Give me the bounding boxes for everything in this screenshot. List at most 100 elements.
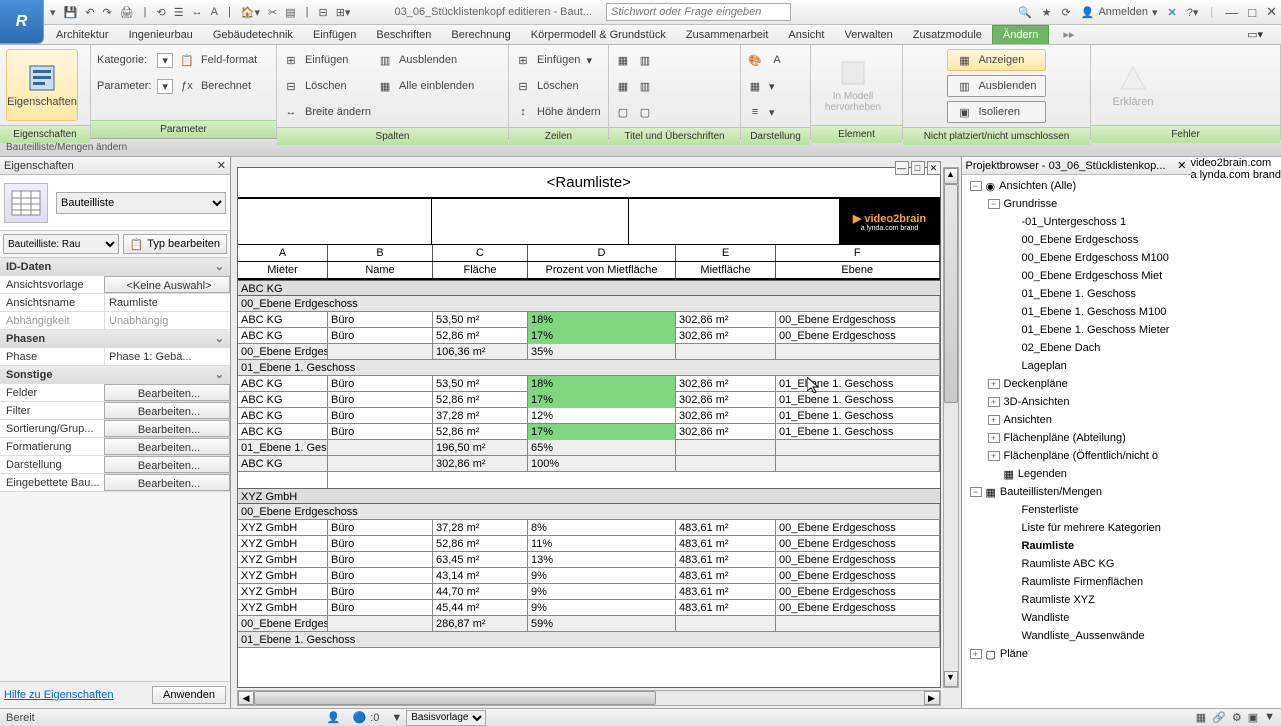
minimize-button[interactable]: — bbox=[1225, 5, 1238, 20]
data-row[interactable]: XYZ GmbHBüro44,70 m²9%483,61 m²00_Ebene … bbox=[238, 584, 940, 600]
qat-print-icon[interactable]: 🖨 bbox=[120, 6, 134, 19]
col-letter-e[interactable]: E bbox=[676, 245, 776, 261]
browser-close-icon[interactable]: ✕ bbox=[1177, 159, 1186, 172]
feldformat-button[interactable]: 📋Feld-format bbox=[179, 49, 257, 71]
horizontal-scrollbar[interactable]: ◀▶ bbox=[237, 690, 941, 706]
col-flaeche[interactable]: Fläche bbox=[433, 262, 528, 278]
titel-clear-button[interactable]: ▢▢ bbox=[615, 101, 653, 123]
data-row[interactable]: ABC KGBüro52,86 m²17%302,86 m²00_Ebene E… bbox=[238, 328, 940, 344]
tab-berechnung[interactable]: Berechnung bbox=[441, 26, 520, 44]
phase-value[interactable]: Phase 1: Gebä... bbox=[104, 348, 230, 365]
tab-ansicht[interactable]: Ansicht bbox=[778, 26, 834, 44]
col-mietflaeche[interactable]: Mietfläche bbox=[676, 262, 776, 278]
scroll-up-icon[interactable]: ▲ bbox=[944, 168, 958, 184]
maximize-button[interactable]: □ bbox=[1248, 5, 1256, 20]
tab-architektur[interactable]: Architektur bbox=[46, 26, 119, 44]
titel-merge-button[interactable]: ▦▥ bbox=[615, 49, 653, 71]
close-button[interactable]: ✕ bbox=[1266, 4, 1277, 20]
tree-node[interactable]: 00_Ebene Erdgeschoss bbox=[962, 231, 1191, 249]
tree-node[interactable]: Wandliste_Aussenwände bbox=[962, 627, 1191, 645]
browser-tree[interactable]: −◉Ansichten (Alle)−Grundrisse-01_Unterge… bbox=[962, 175, 1191, 708]
col-letter-c[interactable]: C bbox=[433, 245, 528, 261]
berechnet-button[interactable]: ƒxBerechnet bbox=[179, 75, 257, 97]
total-row[interactable]: 00_Ebene Erdgeschoss106,36 m²35% bbox=[238, 344, 940, 360]
status-person-icon[interactable]: 👤 bbox=[327, 711, 341, 724]
tree-node[interactable]: +▢Pläne bbox=[962, 645, 1191, 663]
group-row[interactable]: ABC KG bbox=[238, 280, 940, 296]
qat-nav-icon[interactable]: ☰ bbox=[174, 6, 184, 19]
zeilen-einfuegen-button[interactable]: ⊞Einfügen ▾ bbox=[515, 49, 601, 71]
spalten-loeschen-button[interactable]: ⊟Löschen bbox=[283, 75, 371, 97]
schedule-body[interactable]: ABC KG00_Ebene Erdgeschoss ABC KGBüro53,5… bbox=[238, 280, 940, 648]
edit-type-button[interactable]: 📋 Typ bearbeiten bbox=[123, 234, 227, 254]
tree-node[interactable]: Raumliste bbox=[962, 537, 1191, 555]
ansichtsvorlage-value[interactable]: <Keine Auswahl> bbox=[104, 276, 230, 293]
ausblenden2-button[interactable]: ▥Ausblenden bbox=[947, 75, 1045, 97]
tab-gebaeudetechnik[interactable]: Gebäudetechnik bbox=[203, 26, 303, 44]
tree-node[interactable]: −Grundrisse bbox=[962, 195, 1191, 213]
data-row[interactable]: XYZ GmbHBüro37,28 m²8%483,61 m²00_Ebene … bbox=[238, 520, 940, 536]
star-icon[interactable]: ★ bbox=[1042, 6, 1052, 19]
col-mieter[interactable]: Mieter bbox=[238, 262, 328, 278]
qat-measure-icon[interactable]: ↔ bbox=[192, 6, 203, 18]
tree-node[interactable]: +Flächenpläne (Öffentlich/nicht ö bbox=[962, 447, 1191, 465]
status-i1-icon[interactable]: ▦ bbox=[1196, 711, 1206, 724]
scroll-right-icon[interactable]: ▶ bbox=[924, 691, 940, 705]
tree-node[interactable]: Raumliste Firmenflächen bbox=[962, 573, 1191, 591]
status-basis-select[interactable]: Basisvorlage bbox=[406, 710, 486, 726]
sort-edit-button[interactable]: Bearbeiten... bbox=[104, 420, 230, 437]
data-row[interactable]: XYZ GmbHBüro45,44 m²9%483,61 m²00_Ebene … bbox=[238, 600, 940, 616]
qat-redo-icon[interactable]: ↷ bbox=[102, 6, 111, 19]
vscroll-thumb[interactable] bbox=[944, 184, 958, 403]
subgroup-row[interactable]: 00_Ebene Erdgeschoss bbox=[238, 296, 940, 312]
data-row[interactable]: ABC KGBüro52,86 m²17%302,86 m²01_Ebene 1… bbox=[238, 424, 940, 440]
anzeigen-button[interactable]: ▦Anzeigen bbox=[947, 49, 1045, 71]
shading-button[interactable]: 🎨A bbox=[747, 49, 785, 71]
qat-close-icon[interactable]: ⊟ bbox=[319, 6, 328, 19]
spalten-einfuegen-button[interactable]: ⊞Einfügen bbox=[283, 49, 371, 71]
qat-open-icon[interactable]: ▾ bbox=[50, 6, 56, 19]
data-row[interactable]: ABC KGBüro52,86 m²17%302,86 m²01_Ebene 1… bbox=[238, 392, 940, 408]
qat-text-icon[interactable]: A bbox=[211, 6, 218, 18]
hscroll-thumb[interactable] bbox=[254, 691, 656, 705]
header-cell-3[interactable] bbox=[629, 199, 840, 244]
data-row[interactable]: XYZ GmbHBüro63,45 m²13%483,61 m²00_Ebene… bbox=[238, 552, 940, 568]
scroll-left-icon[interactable]: ◀ bbox=[238, 691, 254, 705]
instance-selector[interactable]: Bauteilliste: Rau bbox=[3, 234, 119, 254]
status-i5-icon[interactable]: ▼ bbox=[1264, 711, 1275, 724]
total-row[interactable]: 00_Ebene Erdgeschoss286,87 m²59% bbox=[238, 616, 940, 632]
tree-node[interactable]: 01_Ebene 1. Geschoss M100 bbox=[962, 303, 1191, 321]
border-button[interactable]: ▦ ▾ bbox=[747, 75, 785, 97]
embed-edit-button[interactable]: Bearbeiten... bbox=[104, 474, 230, 491]
status-filter-icon[interactable]: ▼ bbox=[391, 712, 402, 724]
kategorie-dropdown[interactable]: Kategorie:▾ bbox=[97, 49, 173, 71]
qat-undo-icon[interactable]: ↶ bbox=[85, 6, 94, 19]
qat-level-icon[interactable]: ▤ bbox=[285, 6, 295, 19]
col-name[interactable]: Name bbox=[328, 262, 433, 278]
header-cell-2[interactable] bbox=[432, 199, 629, 244]
tree-node[interactable]: Raumliste XYZ bbox=[962, 591, 1191, 609]
status-i3-icon[interactable]: ⚙ bbox=[1232, 711, 1242, 724]
view-max-icon[interactable]: □ bbox=[911, 161, 925, 175]
qat-switch-icon[interactable]: ⊞▾ bbox=[336, 6, 351, 19]
col-letter-d[interactable]: D bbox=[528, 245, 676, 261]
grp-expand2-icon[interactable]: ⌄ bbox=[104, 330, 230, 347]
help-search-input[interactable] bbox=[606, 3, 791, 21]
sync2-icon[interactable]: ⟳ bbox=[1062, 6, 1071, 19]
tree-node[interactable]: 01_Ebene 1. Geschoss bbox=[962, 285, 1191, 303]
tree-node[interactable]: Raumliste ABC KG bbox=[962, 555, 1191, 573]
tab-beschriften[interactable]: Beschriften bbox=[366, 26, 441, 44]
breite-aendern-button[interactable]: ↔Breite ändern bbox=[283, 101, 371, 123]
tab-verwalten[interactable]: Verwalten bbox=[834, 26, 902, 44]
tree-node[interactable]: +Flächenpläne (Abteilung) bbox=[962, 429, 1191, 447]
tree-node[interactable]: -01_Untergeschoss 1 bbox=[962, 213, 1191, 231]
data-row[interactable]: XYZ GmbHBüro52,86 m²11%483,61 m²00_Ebene… bbox=[238, 536, 940, 552]
header-cell-1[interactable] bbox=[238, 199, 432, 244]
hoehe-aendern-button[interactable]: ↕Höhe ändern bbox=[515, 101, 601, 123]
titel-group-button[interactable]: ▦▥ bbox=[615, 75, 653, 97]
total-row[interactable]: 01_Ebene 1. Geschoss196,50 m²65% bbox=[238, 440, 940, 456]
qat-sync-icon[interactable]: ⟲ bbox=[157, 6, 166, 19]
data-row[interactable]: ABC KGBüro53,50 m²18%302,86 m²01_Ebene 1… bbox=[238, 376, 940, 392]
apply-button[interactable]: Anwenden bbox=[152, 686, 226, 704]
grp-expand3-icon[interactable]: ⌄ bbox=[104, 366, 230, 383]
